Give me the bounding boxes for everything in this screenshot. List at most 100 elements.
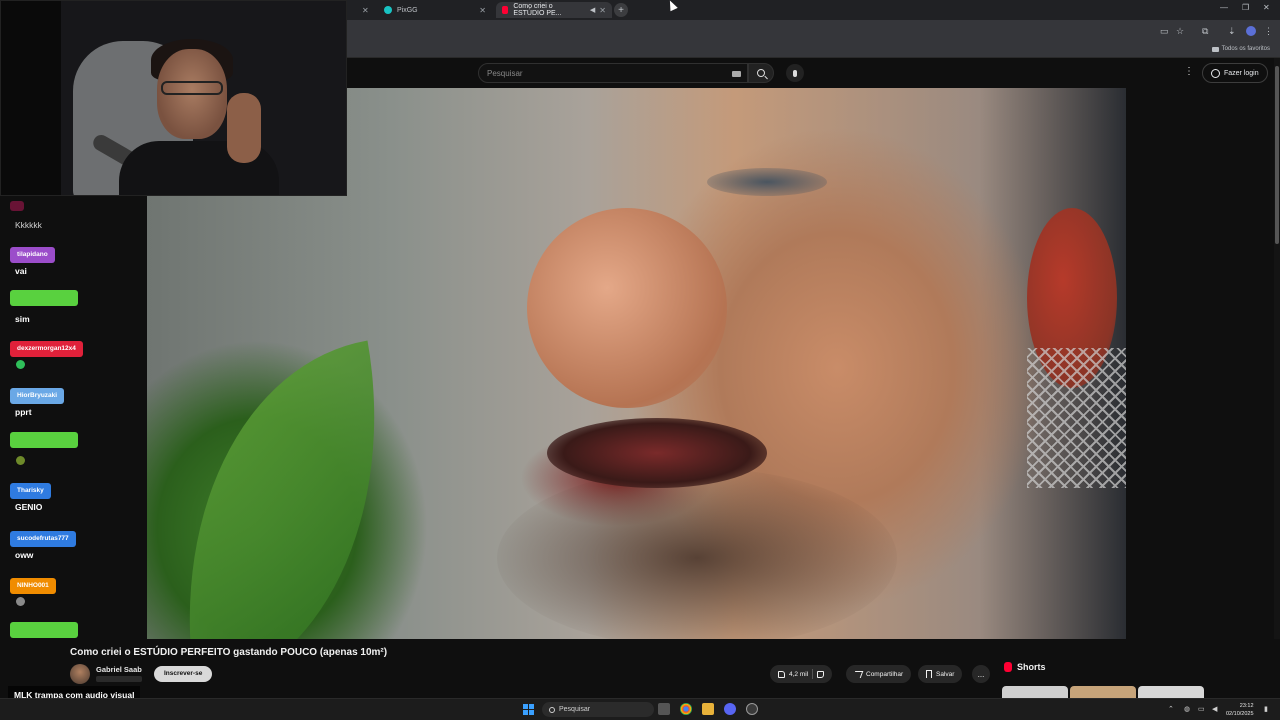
file-explorer-icon[interactable]	[702, 703, 714, 715]
chat-message: HiorBryuzaki pprt	[10, 384, 65, 417]
video-fence	[1027, 348, 1126, 488]
search-button[interactable]	[748, 63, 774, 83]
chat-message	[10, 432, 78, 465]
chat-text: oww	[15, 550, 34, 560]
video-plant	[147, 340, 424, 639]
like-dislike-group: 4,2 mil	[770, 665, 833, 683]
chat-message: NINHO001	[10, 574, 56, 606]
tray-mic-icon[interactable]: ◍	[1184, 705, 1190, 713]
search-input[interactable]: Pesquisar	[478, 63, 748, 83]
video-nose	[527, 208, 727, 408]
settings-kebab-icon[interactable]: ⋮	[1184, 66, 1194, 77]
webcam-glasses	[161, 81, 223, 95]
chat-username	[10, 290, 78, 306]
folder-icon	[1211, 46, 1219, 52]
shorts-logo-icon	[1004, 662, 1012, 672]
notification-bell-icon[interactable]: ▮	[1264, 705, 1268, 713]
right-column	[1126, 88, 1274, 639]
taskbar-clock[interactable]: 23:12 02/10/2025	[1226, 702, 1254, 718]
search-icon	[549, 706, 555, 713]
webcam-overlay	[0, 0, 347, 196]
keyboard-icon[interactable]	[732, 71, 741, 77]
chat-message: Kkkkkk	[10, 198, 42, 230]
cast-icon[interactable]: ▭	[1160, 26, 1169, 37]
new-tab-button[interactable]: +	[614, 3, 628, 17]
task-view-icon[interactable]	[658, 703, 670, 715]
restore-icon[interactable]: ❐	[1242, 3, 1249, 12]
login-label: Fazer login	[1224, 69, 1259, 77]
mouse-cursor-icon	[666, 0, 678, 12]
chrome-icon[interactable]	[680, 703, 692, 715]
channel-avatar[interactable]	[70, 664, 90, 684]
video-eye	[707, 168, 827, 196]
menu-kebab-icon[interactable]: ⋮	[1264, 26, 1273, 37]
extensions-icon[interactable]: ⧉	[1202, 26, 1208, 37]
all-bookmarks-button[interactable]: Todos os favoritos	[1211, 46, 1270, 52]
screen: ✕ PixGG ✕ Como criei o ESTÚDIO PE... ◀︎ …	[0, 0, 1280, 720]
login-button[interactable]: Fazer login	[1202, 63, 1268, 83]
webcam-wall	[1, 1, 61, 195]
chat-username: Tharisky	[10, 483, 51, 499]
scrollbar-thumb[interactable]	[1275, 66, 1279, 244]
tray-chevron-icon[interactable]: ⌃	[1168, 705, 1174, 713]
chat-message: Tharisky GENIO	[10, 479, 51, 512]
shorts-thumbnail[interactable]	[1002, 686, 1068, 698]
taskbar-search[interactable]: Pesquisar	[542, 702, 654, 717]
minimize-icon[interactable]: —	[1220, 3, 1228, 12]
clock-time: 23:12	[1239, 703, 1254, 709]
taskbar-search-label: Pesquisar	[559, 706, 591, 713]
chat-message: sucodefrutas777 oww	[10, 527, 76, 560]
obs-icon[interactable]	[746, 703, 758, 715]
share-button[interactable]: Compartilhar	[846, 665, 912, 683]
discord-icon[interactable]	[724, 703, 736, 715]
close-icon[interactable]: ✕	[599, 6, 606, 15]
chat-text: GENIO	[15, 502, 43, 512]
webcam-hand	[227, 93, 261, 163]
chat-username: NINHO001	[10, 578, 56, 594]
chat-text: pprt	[15, 407, 32, 417]
dislike-icon[interactable]	[817, 670, 825, 678]
chat-message: tilapidano vai	[10, 243, 55, 276]
windows-start-icon[interactable]	[523, 704, 534, 715]
window-close-icon[interactable]: ✕	[1263, 3, 1270, 12]
chat-text: Kkkkkk	[15, 220, 42, 230]
save-button[interactable]: Salvar	[918, 665, 963, 683]
tray-network-icon[interactable]: ▭	[1198, 705, 1205, 713]
save-label: Salvar	[936, 670, 955, 678]
tab-1[interactable]: ✕	[348, 2, 376, 18]
like-count[interactable]: 4,2 mil	[789, 671, 808, 678]
shorts-thumbnail[interactable]	[1070, 686, 1136, 698]
voice-search-button[interactable]	[786, 64, 804, 82]
shorts-header: Shorts	[1004, 662, 1046, 672]
shorts-thumbnail[interactable]	[1138, 686, 1204, 698]
chat-username: HiorBryuzaki	[10, 388, 65, 404]
chat-text: vai	[15, 266, 27, 276]
channel-name[interactable]: Gabriel Saab	[96, 665, 142, 674]
star-icon[interactable]: ☆	[1176, 26, 1184, 37]
video-mouth	[547, 418, 767, 488]
pixgg-favicon-icon	[384, 6, 392, 14]
chat-username: dexzermorgan12x4	[10, 341, 83, 357]
more-actions-button[interactable]: ...	[972, 665, 990, 683]
chat-username	[10, 201, 24, 211]
subscribe-button[interactable]: Inscrever-se	[154, 666, 213, 682]
profile-avatar[interactable]	[1246, 26, 1256, 36]
chat-emote-icon	[16, 456, 25, 465]
chat-message: dexzermorgan12x4	[10, 337, 83, 369]
clock-date: 02/10/2025	[1226, 711, 1254, 717]
chat-username: sucodefrutas777	[10, 531, 76, 547]
speaker-icon[interactable]: ◀︎	[590, 6, 595, 14]
close-icon[interactable]: ✕	[479, 6, 486, 15]
download-icon[interactable]: ⇣	[1228, 26, 1236, 37]
close-icon[interactable]: ✕	[362, 6, 369, 15]
chat-emote-icon	[16, 360, 25, 369]
chat-username: tilapidano	[10, 247, 55, 263]
tab-pixgg[interactable]: PixGG ✕	[378, 2, 492, 18]
tab-youtube-video[interactable]: Como criei o ESTÚDIO PE... ◀︎ ✕	[496, 2, 612, 18]
user-icon	[1211, 68, 1220, 78]
like-icon[interactable]	[778, 670, 785, 678]
chat-text: sim	[15, 314, 30, 324]
all-bookmarks-label: Todos os favoritos	[1221, 46, 1270, 52]
tray-volume-icon[interactable]: ◀	[1212, 705, 1217, 713]
stream-chat: Kkkkkk tilapidano vai sim dexzermorgan12…	[0, 196, 147, 700]
